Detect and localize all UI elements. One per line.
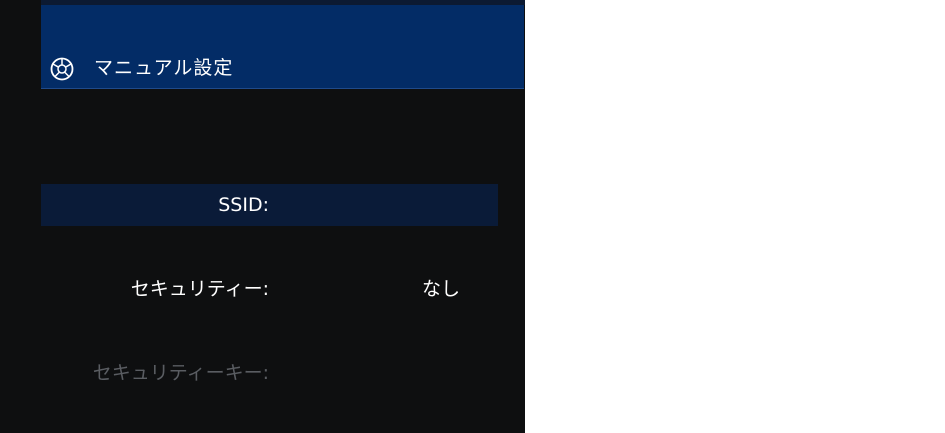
security-label: セキュリティー: bbox=[130, 278, 269, 300]
network-globe-icon bbox=[50, 57, 74, 81]
setting-row-ssid[interactable]: SSID: bbox=[41, 184, 498, 226]
ssid-label: SSID: bbox=[218, 194, 269, 216]
settings-screen: マニュアル設定 SSID: セキュリティー: なし セキュリティーキー: bbox=[0, 0, 525, 433]
page-title: マニュアル設定 bbox=[94, 57, 234, 79]
setting-row-security[interactable]: セキュリティー: なし bbox=[41, 268, 498, 310]
security-value: なし bbox=[422, 278, 461, 300]
setting-row-security-key: セキュリティーキー: bbox=[41, 352, 498, 394]
header-bar: マニュアル設定 bbox=[41, 5, 524, 89]
security-key-label: セキュリティーキー: bbox=[92, 362, 269, 384]
